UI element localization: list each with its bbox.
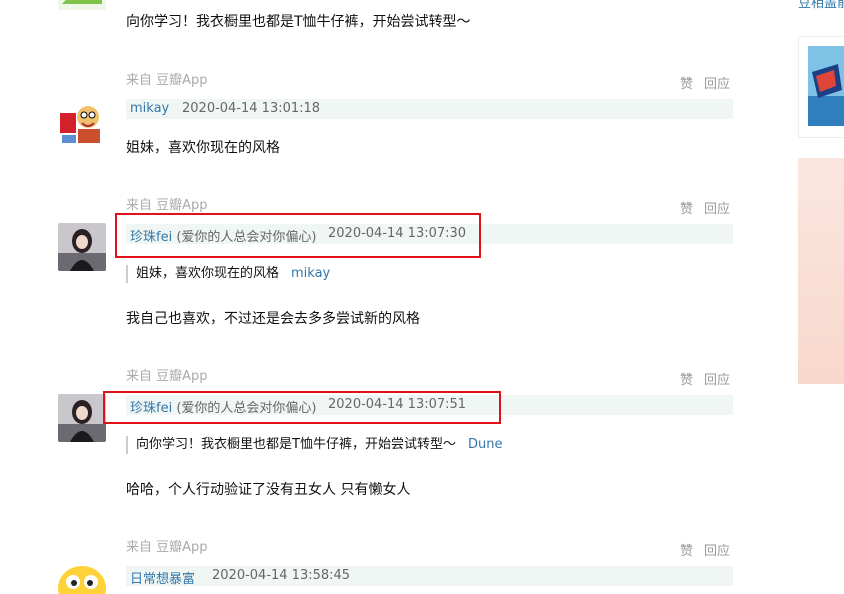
comment-text: 哈哈，个人行动验证了没有丑女人 只有懒女人 bbox=[126, 482, 411, 498]
quote-author[interactable]: mikay bbox=[291, 266, 330, 281]
reply-button[interactable]: 回应 bbox=[704, 198, 730, 217]
quoted-comment: 姐妹，喜欢你现在的风格 mikay bbox=[126, 265, 330, 283]
avatar[interactable] bbox=[58, 394, 106, 442]
avatar[interactable] bbox=[58, 564, 106, 594]
avatar[interactable] bbox=[58, 223, 106, 271]
comment-author[interactable]: 日常想暴富 bbox=[130, 568, 195, 587]
like-button[interactable]: 赞 bbox=[680, 73, 693, 92]
comment-source: 来自 豆瓣App bbox=[126, 540, 208, 555]
comment-text: 姐妹，喜欢你现在的风格 bbox=[126, 140, 280, 156]
highlight-box bbox=[103, 391, 501, 424]
like-button[interactable]: 赞 bbox=[680, 540, 693, 559]
quote-text: 姐妹，喜欢你现在的风格 bbox=[136, 266, 280, 281]
reply-button[interactable]: 回应 bbox=[704, 369, 730, 388]
like-button[interactable]: 赞 bbox=[680, 198, 693, 217]
quoted-comment: 向你学习！我衣橱里也都是T恤牛仔裤，开始尝试转型～ Dune bbox=[126, 436, 502, 454]
comment-text: 向你学习！我衣橱里也都是T恤牛仔裤，开始尝试转型～ bbox=[126, 14, 471, 30]
comment-meta: mikay 2020-04-14 13:01:18 bbox=[126, 99, 733, 119]
comment-source: 来自 豆瓣App bbox=[126, 198, 208, 213]
avatar[interactable] bbox=[58, 99, 106, 147]
like-button[interactable]: 赞 bbox=[680, 369, 693, 388]
sidebar-thumbnail[interactable] bbox=[808, 46, 844, 126]
comment-time: 2020-04-14 13:58:45 bbox=[212, 568, 351, 583]
quote-author[interactable]: Dune bbox=[468, 437, 503, 452]
comment-source: 来自 豆瓣App bbox=[126, 73, 208, 88]
reply-button[interactable]: 回应 bbox=[704, 540, 730, 559]
avatar[interactable] bbox=[58, 0, 106, 10]
quote-text: 向你学习！我衣橱里也都是T恤牛仔裤，开始尝试转型～ bbox=[136, 437, 456, 452]
sidebar-ad[interactable] bbox=[798, 158, 844, 384]
reply-button[interactable]: 回应 bbox=[704, 73, 730, 92]
highlight-box bbox=[115, 213, 481, 258]
comment-meta: 日常想暴富 2020-04-14 13:58:45 bbox=[126, 566, 733, 587]
comment-time: 2020-04-14 13:01:18 bbox=[182, 101, 321, 116]
sidebar-link[interactable]: 豆相盖前 bbox=[798, 0, 844, 11]
comment-author[interactable]: mikay bbox=[130, 101, 169, 116]
comment-text: 我自己也喜欢，不过还是会去多多尝试新的风格 bbox=[126, 311, 420, 327]
comment-source: 来自 豆瓣App bbox=[126, 369, 208, 384]
